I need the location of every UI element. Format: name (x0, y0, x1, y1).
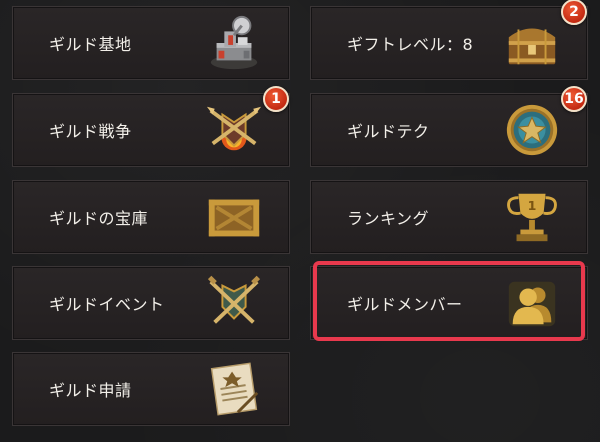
crossed-swords-shield-icon (205, 274, 263, 332)
guild-base-building-icon (205, 14, 263, 72)
guild-treasury-label: ギルドの宝庫 (49, 209, 149, 228)
gift-level-label: ギフトレベル：8 (347, 35, 474, 54)
scroll-letter-icon (205, 360, 263, 418)
members-silhouette-icon (503, 274, 561, 332)
gift-level-badge: 2 (561, 0, 587, 25)
svg-text:1: 1 (528, 198, 537, 213)
crossed-missiles-emblem-icon (205, 101, 263, 159)
trophy-icon: 1 (503, 188, 561, 246)
menu-guild-event[interactable]: ギルドイベント (12, 266, 290, 340)
guild-war-badge: 1 (263, 86, 289, 112)
wooden-crate-icon (205, 188, 263, 246)
guild-tech-label: ギルドテク (347, 122, 430, 141)
star-medal-icon (503, 101, 561, 159)
guild-tech-badge: 16 (561, 86, 587, 112)
menu-guild-treasury[interactable]: ギルドの宝庫 (12, 180, 290, 254)
guild-event-label: ギルドイベント (49, 295, 165, 314)
guild-war-label: ギルド戦争 (49, 122, 132, 141)
menu-guild-members[interactable]: ギルドメンバー (310, 266, 588, 340)
menu-guild-application[interactable]: ギルド申請 (12, 352, 290, 426)
guild-application-label: ギルド申請 (49, 381, 132, 400)
menu-guild-war[interactable]: ギルド戦争 1 (12, 86, 290, 167)
menu-guild-base[interactable]: ギルド基地 (12, 6, 290, 80)
menu-gift-level[interactable]: ギフトレベル：8 2 (310, 0, 588, 80)
guild-base-label: ギルド基地 (49, 35, 132, 54)
ranking-label: ランキング (347, 209, 430, 228)
menu-guild-tech[interactable]: ギルドテク 16 (310, 86, 588, 167)
menu-ranking[interactable]: ランキング 1 (310, 180, 588, 254)
guild-members-label: ギルドメンバー (347, 295, 463, 314)
treasure-chest-icon (503, 14, 561, 72)
